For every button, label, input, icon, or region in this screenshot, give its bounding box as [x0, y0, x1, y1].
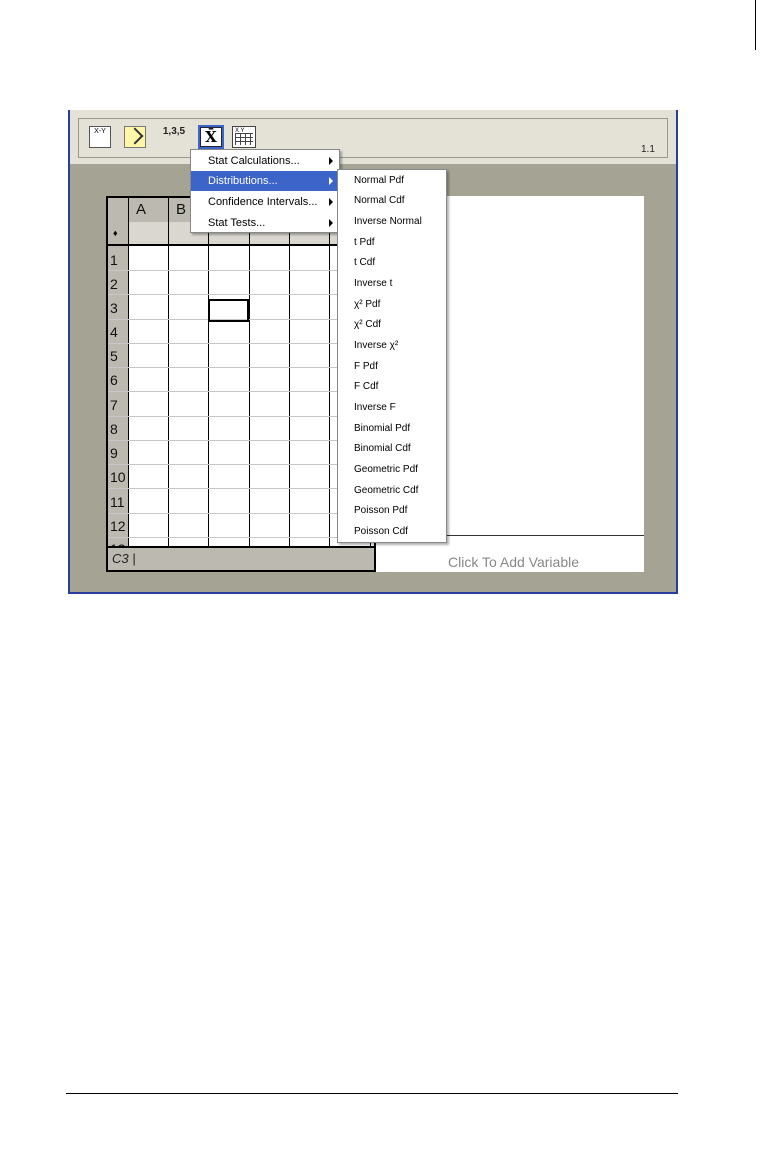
submenu-item-geometric-pdf[interactable]: Geometric Pdf	[354, 460, 418, 480]
submenu-arrow-icon	[329, 177, 333, 185]
statistics-menu: Stat Calculations... Distributions... Co…	[190, 149, 340, 233]
row-number: 2	[110, 276, 118, 292]
column-header-a[interactable]: A	[136, 201, 146, 218]
insert-icon[interactable]	[124, 126, 146, 148]
data-icon[interactable]: 1,3,5	[161, 126, 187, 148]
row-number: 9	[110, 445, 118, 461]
diamond-icon: ♦	[113, 228, 118, 238]
submenu-item-t-cdf[interactable]: t Cdf	[354, 253, 375, 273]
page-footer-rule	[66, 1093, 678, 1094]
submenu-item-inverse-f[interactable]: Inverse F	[354, 398, 396, 418]
submenu-item-chi-square-pdf[interactable]: χ² Pdf	[354, 295, 380, 315]
submenu-item-inverse-chi-square[interactable]: Inverse χ²	[354, 336, 398, 356]
add-variable-label[interactable]: Click To Add Variable	[448, 554, 579, 570]
statistics-icon-label: X̄	[200, 127, 222, 147]
menu-item-label: Stat Calculations...	[208, 155, 300, 167]
submenu-item-inverse-normal[interactable]: Inverse Normal	[354, 212, 422, 232]
row-number: 10	[110, 469, 126, 485]
row-number: 1	[110, 252, 118, 268]
submenu-item-chi-square-cdf[interactable]: χ² Cdf	[354, 315, 381, 335]
menu-item-label: Confidence Intervals...	[208, 196, 318, 208]
submenu-item-binomial-cdf[interactable]: Binomial Cdf	[354, 439, 411, 459]
menu-item-stat-calculations[interactable]: Stat Calculations...	[191, 151, 339, 171]
menu-item-stat-tests[interactable]: Stat Tests...	[191, 213, 339, 233]
row-number: 8	[110, 421, 118, 437]
statistics-icon[interactable]: X̄	[198, 125, 224, 149]
actions-icon[interactable]: X-Y	[89, 126, 111, 148]
submenu-arrow-icon	[329, 157, 333, 165]
menu-item-distributions[interactable]: Distributions...	[191, 171, 339, 191]
table-icon[interactable]: X Y	[232, 126, 256, 148]
submenu-item-poisson-cdf[interactable]: Poisson Cdf	[354, 522, 408, 542]
row-number: 7	[110, 397, 118, 413]
submenu-item-poisson-pdf[interactable]: Poisson Pdf	[354, 501, 407, 521]
submenu-arrow-icon	[329, 219, 333, 227]
submenu-item-f-cdf[interactable]: F Cdf	[354, 377, 378, 397]
row-number: 6	[110, 372, 118, 388]
toolbar: X-Y 1,3,5 X̄ X Y 1.1	[78, 118, 668, 158]
submenu-item-geometric-cdf[interactable]: Geometric Cdf	[354, 481, 418, 501]
header-divider	[108, 244, 374, 246]
submenu-item-f-pdf[interactable]: F Pdf	[354, 357, 378, 377]
submenu-item-normal-cdf[interactable]: Normal Cdf	[354, 191, 405, 211]
actions-icon-label: X-Y	[94, 128, 106, 135]
page-number: 1.1	[641, 144, 655, 155]
cell-entry-line[interactable]: C3 |	[108, 546, 374, 570]
submenu-item-normal-pdf[interactable]: Normal Pdf	[354, 171, 404, 191]
submenu-item-inverse-t[interactable]: Inverse t	[354, 274, 392, 294]
selected-cell-c3[interactable]	[208, 299, 249, 322]
page-margin-line	[755, 0, 756, 50]
submenu-item-t-pdf[interactable]: t Pdf	[354, 233, 375, 253]
row-number: 5	[110, 348, 118, 364]
submenu-arrow-icon	[329, 198, 333, 206]
row-number: 4	[110, 324, 118, 340]
row-number: 12	[110, 518, 126, 534]
row-number: 3	[110, 300, 118, 316]
distributions-submenu: Normal Pdf Normal Cdf Inverse Normal t P…	[337, 169, 447, 543]
menu-item-label: Distributions...	[208, 175, 278, 187]
column-header-b[interactable]: B	[176, 201, 186, 218]
entry-line-text: C3 |	[112, 551, 136, 566]
row-number: 11	[110, 494, 125, 510]
data-icon-label: 1,3,5	[162, 126, 186, 137]
menu-item-label: Stat Tests...	[208, 217, 266, 229]
submenu-item-binomial-pdf[interactable]: Binomial Pdf	[354, 419, 410, 439]
menu-item-confidence-intervals[interactable]: Confidence Intervals...	[191, 192, 339, 212]
spreadsheet[interactable]: A B ♦ 1 2 3 4 5 6 7 8 9 10 11 12 13 C3 |	[106, 196, 376, 572]
